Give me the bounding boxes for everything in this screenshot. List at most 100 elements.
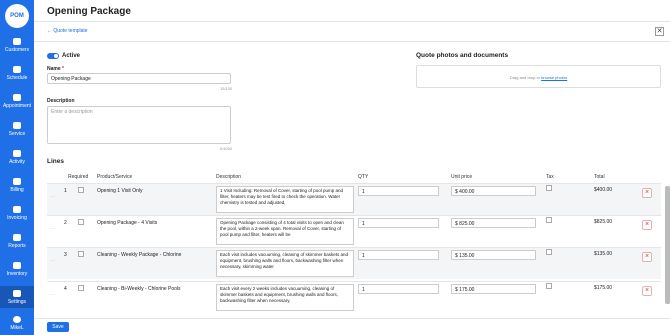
sidebar-item-label: Customers	[4, 47, 30, 53]
drag-handle-icon[interactable]: ⋯	[50, 258, 55, 264]
drag-handle-icon[interactable]: ⋯	[50, 226, 55, 232]
active-toggle[interactable]	[47, 53, 59, 59]
sidebar-item-billing[interactable]: Billing	[0, 178, 34, 193]
sidebar-item-reports[interactable]: Reports	[0, 234, 34, 249]
activity-icon	[13, 150, 21, 157]
reports-icon	[13, 234, 21, 241]
drag-handle-icon[interactable]: ⋯	[50, 292, 55, 298]
col-product: Product/Service	[97, 174, 133, 180]
sidebar-item-invoicing[interactable]: Invoicing	[0, 206, 34, 221]
required-checkbox[interactable]	[78, 251, 84, 257]
sidebar-item-service[interactable]: Service	[0, 122, 34, 137]
gear-icon	[13, 290, 21, 297]
tax-checkbox[interactable]	[546, 217, 552, 223]
sidebar-item-activity[interactable]: Activity	[0, 150, 34, 165]
active-label: Active	[62, 53, 81, 59]
row-number: 3	[64, 252, 67, 258]
name-counter: 15/100	[220, 86, 233, 91]
photos-title: Quote photos and documents	[416, 52, 509, 59]
drag-handle-icon[interactable]: ⋯	[50, 194, 55, 200]
price-value: 135.00	[459, 253, 475, 259]
back-link[interactable]: ← Quote template	[47, 28, 88, 34]
currency-symbol: $	[455, 253, 458, 259]
description-input[interactable]: 1 Visit Including: Removal of Cover, sta…	[216, 186, 354, 213]
tax-checkbox[interactable]	[546, 283, 552, 289]
app-logo[interactable]: POM	[5, 4, 29, 28]
user-icon	[13, 316, 21, 323]
delete-line-button[interactable]: ×	[642, 252, 652, 262]
divider	[34, 21, 670, 22]
description-input[interactable]: Each visit every 2 weeks includes vacuum…	[216, 284, 354, 311]
description-input[interactable]: Opening Package consisting of 4 total vi…	[216, 218, 354, 245]
col-required: Required	[68, 174, 89, 180]
name-label-text: Name	[47, 66, 61, 72]
sidebar-item-label: Reports	[8, 243, 26, 249]
required-checkbox[interactable]	[78, 285, 84, 291]
line-total: $135.00	[594, 251, 613, 257]
footer-bar	[34, 318, 670, 335]
delete-line-button[interactable]: ×	[642, 188, 652, 198]
tax-checkbox[interactable]	[546, 185, 552, 191]
dropzone-text: Drag and drop or	[509, 75, 542, 80]
sidebar-item-label: MikeL	[10, 325, 24, 331]
sidebar-item-inventory[interactable]: Inventory	[0, 262, 34, 277]
sidebar-item-label: Service	[8, 131, 26, 137]
sidebar-item-label: Billing	[10, 187, 24, 193]
product-name: Opening Package - 4 Visits	[97, 220, 158, 226]
line-total: $400.00	[594, 187, 613, 193]
col-total: Total	[594, 174, 605, 180]
price-input[interactable]: $ 400.00	[451, 186, 536, 196]
qty-input[interactable]: 1	[358, 284, 439, 294]
required-checkbox[interactable]	[78, 187, 84, 193]
required-checkbox[interactable]	[78, 219, 84, 225]
col-tax: Tax	[546, 174, 554, 180]
sidebar-item-label: Inventory	[6, 271, 28, 277]
price-value: 400.00	[459, 189, 475, 195]
qty-input[interactable]: 1	[358, 218, 439, 228]
calendar-icon	[13, 66, 21, 73]
tax-checkbox[interactable]	[546, 249, 552, 255]
qty-input[interactable]: 1	[358, 250, 439, 260]
lines-title: Lines	[47, 158, 64, 165]
price-input[interactable]: $ 135.00	[451, 250, 536, 260]
delete-line-button[interactable]: ×	[642, 220, 652, 230]
table-row: ⋯ 1 Opening 1 Visit Only 1 Visit Includi…	[47, 183, 661, 215]
currency-symbol: $	[455, 221, 458, 227]
qty-input[interactable]: 1	[358, 186, 439, 196]
sidebar-item-appointment[interactable]: Appointment	[0, 94, 34, 109]
close-button[interactable]: ✕	[655, 27, 664, 36]
invoice-icon	[13, 206, 21, 213]
description-counter: 0/4000	[220, 146, 233, 151]
currency-symbol: $	[455, 287, 458, 293]
sidebar-item-label: Schedule	[6, 75, 28, 81]
scrollbar[interactable]	[665, 186, 670, 304]
sidebar-item-settings[interactable]: Settings	[0, 286, 34, 308]
price-value: 825.00	[459, 221, 475, 227]
line-total: $825.00	[594, 219, 613, 225]
sidebar-item-label: Invoicing	[7, 215, 27, 221]
row-number: 1	[64, 188, 67, 194]
description-field[interactable]: Enter a description	[47, 106, 231, 144]
browse-photos-link[interactable]: browse photos	[541, 75, 567, 80]
sidebar-item-customers[interactable]: Customers	[0, 38, 34, 53]
appointment-icon	[13, 94, 21, 101]
name-label: Name *	[47, 66, 64, 72]
customers-icon	[13, 38, 21, 45]
col-description: Description	[216, 174, 242, 180]
sidebar-item-label: Settings	[7, 299, 27, 305]
required-marker: *	[62, 66, 64, 72]
photo-dropzone[interactable]: Drag and drop or browse photos	[416, 65, 661, 88]
save-button[interactable]: Save	[47, 322, 69, 332]
sidebar-item-user[interactable]: MikeL	[0, 316, 34, 331]
delete-line-button[interactable]: ×	[642, 286, 652, 296]
sidebar-item-schedule[interactable]: Schedule	[0, 66, 34, 81]
line-total: $175.00	[594, 285, 613, 291]
price-input[interactable]: $ 825.00	[451, 218, 536, 228]
sidebar-item-label: Activity	[9, 159, 25, 165]
name-field[interactable]: Opening Package	[47, 73, 231, 84]
description-input[interactable]: Each visit includes vacuuming, cleaning …	[216, 250, 354, 277]
currency-symbol: $	[455, 189, 458, 195]
sidebar: POM Customers Schedule Appointment Servi…	[0, 0, 34, 335]
price-input[interactable]: $ 175.00	[451, 284, 536, 294]
table-row: ⋯ 2 Opening Package - 4 Visits Opening P…	[47, 215, 661, 247]
